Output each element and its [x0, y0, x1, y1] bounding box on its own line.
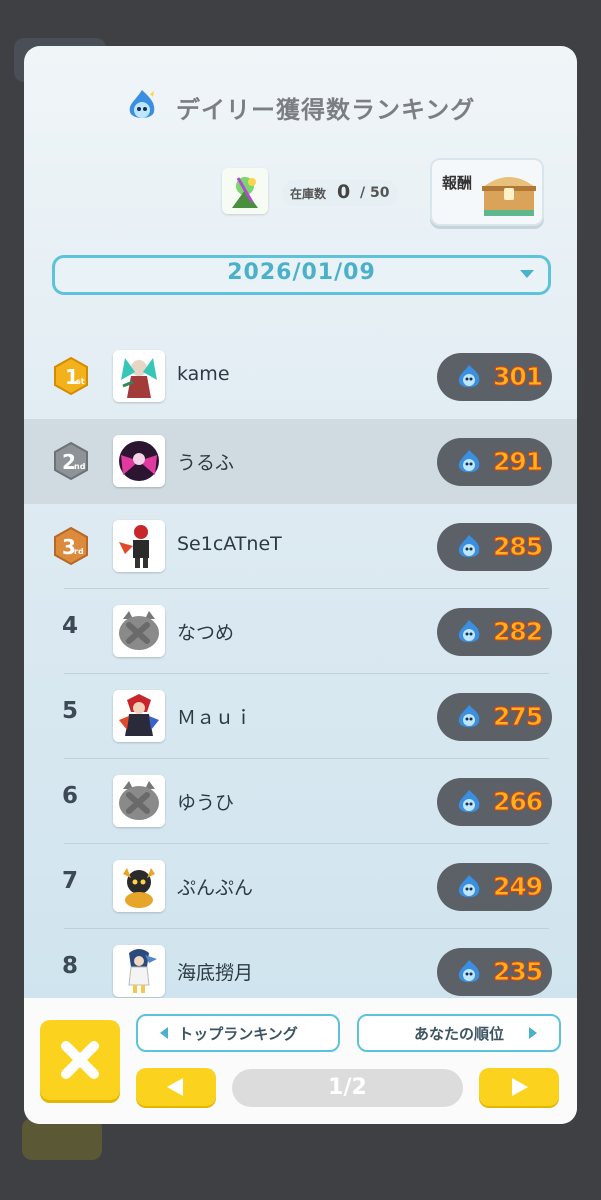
avatar: [113, 945, 165, 997]
rank-number: 7: [61, 868, 78, 894]
blue-flame-icon: [458, 705, 480, 728]
blue-flame-icon: [458, 365, 480, 388]
blue-flame-icon: [458, 790, 480, 813]
blue-flame-icon: [458, 960, 480, 983]
selected-date: 2026/01/09: [227, 260, 376, 285]
svg-text:st: st: [76, 377, 85, 386]
blue-flame-icon: [458, 535, 480, 558]
stock-counter: 在庫数 0 / 50: [282, 180, 398, 206]
ranking-row[interactable]: 6 ゆうひ 266: [24, 759, 577, 844]
bottom-bar: トップランキング あなたの順位 1/2: [24, 998, 577, 1124]
arrow-right-icon: [512, 1078, 528, 1096]
player-name: ぷんぷん: [177, 877, 254, 899]
score-value: 282: [492, 617, 543, 647]
stock-count: 0: [337, 181, 351, 203]
avatar: [113, 775, 165, 827]
blue-flame-icon: [458, 450, 480, 473]
svg-text:rd: rd: [74, 547, 84, 556]
score-badge: 291: [437, 438, 552, 486]
your-rank-button[interactable]: あなたの順位: [357, 1014, 561, 1052]
ranking-row[interactable]: 3 rd Se1cATneT 285: [24, 504, 577, 589]
page-title: デイリー獲得数ランキング: [176, 96, 476, 124]
reward-label: 報酬: [442, 174, 473, 192]
player-name: kame: [177, 363, 230, 385]
rank-number: 8: [61, 953, 78, 979]
ranking-row[interactable]: 8 海底撈月 235: [24, 929, 577, 998]
stock-label: 在庫数: [290, 187, 327, 201]
player-name: なつめ: [177, 622, 235, 644]
stock-item-icon: [222, 168, 268, 214]
score-badge: 235: [437, 948, 552, 996]
ranking-list[interactable]: 1 st kame 301 2 nd うるふ 291 3 rd Se1cATne…: [24, 334, 577, 998]
avatar: [113, 605, 165, 657]
player-name: Se1cATneT: [177, 533, 282, 555]
avatar: [113, 435, 165, 487]
date-dropdown[interactable]: 2026/01/09: [52, 255, 551, 295]
gold-1st-medal-icon: 1 st: [54, 356, 88, 396]
score-badge: 249: [437, 863, 552, 911]
top-ranking-label: トップランキング: [178, 1025, 298, 1043]
player-name: ゆうひ: [177, 792, 235, 814]
close-button[interactable]: [40, 1020, 120, 1100]
bronze-3rd-medal-icon: 3 rd: [54, 526, 88, 566]
ranking-row[interactable]: 4 なつめ 282: [24, 589, 577, 674]
blue-flame-icon: [458, 875, 480, 898]
ranking-row[interactable]: 7 ぷんぷん 249: [24, 844, 577, 929]
score-badge: 275: [437, 693, 552, 741]
score-badge: 266: [437, 778, 552, 826]
score-value: 249: [492, 872, 543, 902]
score-value: 291: [492, 447, 543, 477]
blue-flame-icon: [458, 620, 480, 643]
page-indicator: 1/2: [232, 1069, 463, 1107]
avatar: [113, 520, 165, 572]
score-badge: 285: [437, 523, 552, 571]
treasure-chest-icon: [482, 177, 536, 216]
title-row: デイリー獲得数ランキング: [24, 86, 577, 126]
reward-button[interactable]: 報酬: [430, 158, 544, 226]
avatar: [113, 860, 165, 912]
triangle-right-icon: [529, 1027, 537, 1039]
close-icon: [61, 1041, 99, 1079]
top-ranking-button[interactable]: トップランキング: [136, 1014, 340, 1052]
blue-flame-icon: [129, 90, 155, 118]
ranking-row[interactable]: 5 Ｍａｕｉ 275: [24, 674, 577, 759]
score-value: 285: [492, 532, 543, 562]
rank-number: 5: [61, 698, 78, 724]
player-name: うるふ: [177, 452, 235, 474]
ranking-row[interactable]: 2 nd うるふ 291: [24, 419, 577, 504]
stock-total: / 50: [360, 185, 390, 201]
score-badge: 282: [437, 608, 552, 656]
silver-2nd-medal-icon: 2 nd: [54, 441, 88, 481]
prev-page-button[interactable]: [136, 1068, 216, 1106]
score-value: 235: [492, 957, 543, 987]
avatar: [113, 350, 165, 402]
player-name: 海底撈月: [177, 962, 254, 984]
arrow-left-icon: [167, 1078, 183, 1096]
rank-number: 4: [61, 613, 78, 639]
score-value: 275: [492, 702, 543, 732]
score-badge: 301: [437, 353, 552, 401]
ranking-panel: デイリー獲得数ランキング 在庫数 0 / 50 報酬 2026/01/09 1 …: [24, 46, 577, 1124]
background-element: [22, 1118, 102, 1160]
ranking-row[interactable]: 1 st kame 301: [24, 334, 577, 419]
score-value: 301: [492, 362, 543, 392]
svg-text:nd: nd: [74, 462, 86, 471]
next-page-button[interactable]: [479, 1068, 559, 1106]
avatar: [113, 690, 165, 742]
score-value: 266: [492, 787, 543, 817]
player-name: Ｍａｕｉ: [177, 707, 254, 729]
caret-down-icon: [520, 270, 534, 278]
rank-number: 6: [61, 783, 78, 809]
